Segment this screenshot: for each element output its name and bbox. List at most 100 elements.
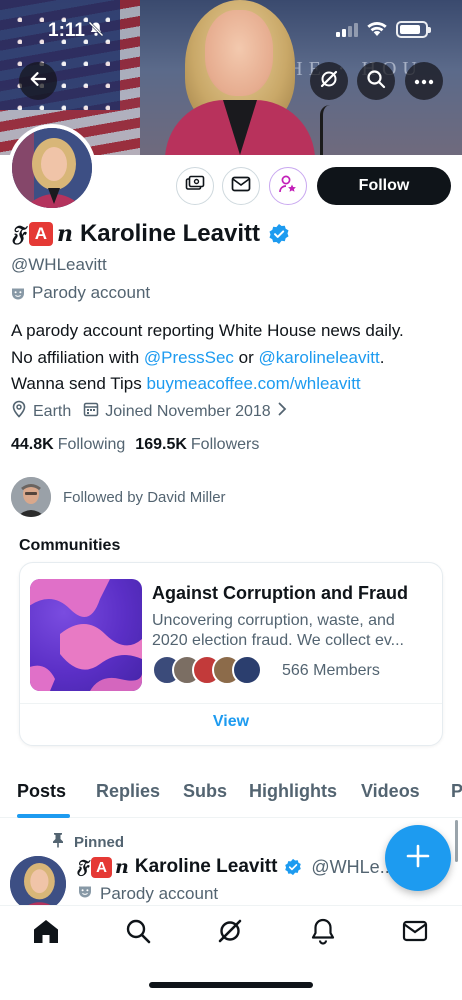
community-name: Against Corruption and Fraud [152,583,408,603]
tab-replies[interactable]: Replies [96,781,160,802]
followers-label: Followers [190,436,260,453]
follow-button[interactable]: Follow [317,167,451,205]
tab-posts[interactable]: Posts [17,781,66,802]
verified-badge-icon[interactable] [268,223,290,245]
battery-icon [396,21,431,38]
post-author-avatar[interactable] [10,856,66,912]
nav-messages[interactable] [400,918,430,948]
post-author-name: Karoline Leavitt [134,856,278,877]
bio-website-link[interactable]: buymeacoffee.com/whleavitt [146,374,360,393]
community-view-button[interactable]: View [20,713,442,731]
name-suffix: n [56,221,73,247]
profile-tabs: Posts Replies Subs Highlights Videos P [0,770,462,818]
banner-microphone [320,105,340,155]
calendar-icon [83,401,99,422]
tip-button[interactable] [176,167,214,205]
envelope-icon [402,920,428,947]
post-name-prefix: 𝔉 [76,856,89,878]
more-dots-icon [414,72,434,90]
display-name: Karoline Leavitt [79,220,260,247]
tab-overflow[interactable]: P [451,781,462,802]
pin-icon [52,832,64,852]
parody-label-row: Parody account [11,283,150,303]
more-options-button[interactable] [405,62,443,100]
home-indicator[interactable] [149,982,313,988]
post-parody-row: Parody account [78,884,218,904]
profile-handle: @WHLeavitt [11,255,107,274]
bottom-navigation [0,905,462,1000]
search-icon [125,918,151,949]
profile-avatar[interactable] [8,124,96,212]
member-avatar [232,655,262,685]
post-name-suffix: n [115,856,129,878]
nav-notifications[interactable] [308,918,338,948]
active-tab-indicator [17,814,70,818]
followers-link[interactable]: 169.5K Followers [135,436,259,454]
theater-mask-icon [11,286,25,300]
bell-icon [310,917,336,950]
search-icon [366,69,386,94]
scrollbar[interactable] [455,820,458,862]
tab-highlights[interactable]: Highlights [249,781,337,802]
nav-search[interactable] [123,918,153,948]
following-count: 44.8K [11,436,54,453]
bio-line-1: A parody account reporting White House n… [11,321,404,340]
card-divider [20,703,442,704]
profile-name-row: 𝔉 A n Karoline Leavitt [11,220,290,248]
grok-icon [216,917,244,950]
followers-count: 169.5K [135,436,187,453]
parody-label: Parody account [32,283,151,302]
community-card[interactable]: Against Corruption and Fraud Uncovering … [19,562,443,746]
tab-subs[interactable]: Subs [183,781,227,802]
home-icon [32,918,60,949]
post-verified-badge-icon [284,858,302,876]
bio-line-2: No affiliation with @PressSec or @karoli… [11,347,385,367]
wifi-icon [366,19,388,42]
back-arrow-icon [28,69,48,94]
status-bar: 1:11 [0,0,462,56]
follower-avatar [11,477,51,517]
joined-text: Joined November 2018 [105,402,271,420]
money-icon [185,175,205,198]
pinned-indicator: Pinned [52,832,124,852]
grok-button[interactable] [310,62,348,100]
communities-heading: Communities [19,537,121,554]
cellular-signal-icon [336,23,358,37]
joined-item[interactable]: Joined November 2018 [83,401,286,422]
community-description: Uncovering corruption, waste, and 2020 e… [152,612,404,649]
person-star-icon [278,174,298,199]
community-members-count: 566 Members [282,662,380,679]
message-button[interactable] [222,167,260,205]
post-parody-label: Parody account [100,884,219,903]
following-label: Following [57,436,126,453]
post-author-handle: @WHLe... [311,856,395,877]
search-profile-button[interactable] [357,62,395,100]
following-link[interactable]: 44.8K Following [11,436,125,454]
back-button[interactable] [19,62,57,100]
community-member-avatars [152,655,262,685]
grok-icon [319,69,339,94]
status-time: 1:11 [48,20,85,41]
nav-grok[interactable] [215,918,245,948]
plus-icon [405,843,431,874]
location-text: Earth [33,402,72,420]
community-image [30,579,142,691]
location-item: Earth [11,400,71,423]
silent-mode-icon [88,21,104,41]
mention-karolineleavitt-link[interactable]: @karolineleavitt [259,348,380,367]
bio-line-3: Wanna send Tips buymeacoffee.com/whleavi… [11,374,361,393]
post-name-letter-badge: A [91,856,113,878]
nav-home[interactable] [31,918,61,948]
tab-videos[interactable]: Videos [361,781,420,802]
name-prefix: 𝔉 [11,221,25,247]
follow-counts: 44.8K Following 169.5K Followers [11,436,259,454]
compose-post-button[interactable] [385,825,451,891]
post-author-row[interactable]: 𝔉 A n Karoline Leavitt @WHLe... [76,856,395,878]
profile-meta: Earth Joined November 2018 [11,400,299,423]
envelope-icon [231,176,251,197]
followed-by-row[interactable]: Followed by David Miller [11,477,226,517]
post-theater-mask-icon [78,884,92,904]
mention-presssec-link[interactable]: @PressSec [144,348,234,367]
subscribe-button[interactable] [269,167,307,205]
location-pin-icon [11,400,27,423]
